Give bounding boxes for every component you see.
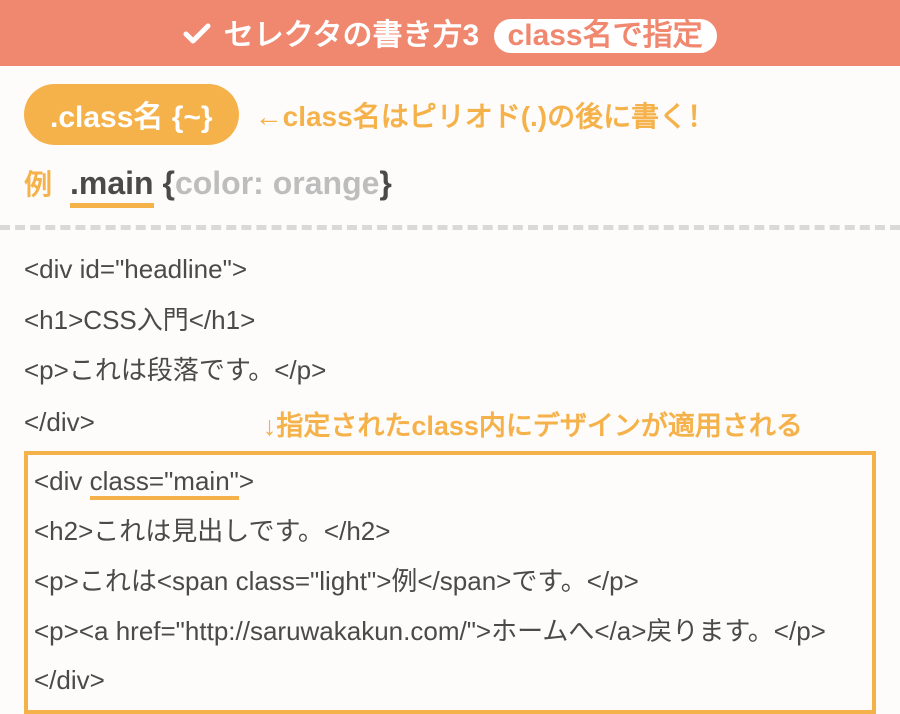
code-line-3: <p>これは段落です。</p>: [24, 345, 876, 396]
code-line-box5: </div>: [34, 656, 866, 706]
annotation: ↓指定されたclass内にデザインが適用される: [263, 400, 803, 453]
code-line-2: <h1>CSS入門</h1>: [24, 295, 876, 346]
check-icon: [183, 20, 211, 54]
example-selector: .main: [70, 165, 154, 208]
syntax-note: ←class名はピリオド(.)の後に書く！: [255, 95, 716, 135]
code-line-box4: <p><a href="http://saruwakakun.com/">ホーム…: [34, 607, 866, 657]
content-area: .class名 {~} ←class名はピリオド(.)の後に書く！ 例 .mai…: [0, 66, 900, 714]
box1-b: class="main": [90, 466, 239, 500]
code-line-box2: <h2>これは見出しです。</h2>: [34, 507, 866, 557]
code-area: <div id="headline"> <h1>CSS入門</h1> <p>これ…: [24, 244, 876, 714]
brace-open: {: [162, 165, 174, 201]
code-line-box3: <p>これは<span class="light">例</span>です。</p…: [34, 557, 866, 607]
code-line-1: <div id="headline">: [24, 244, 876, 295]
code-line-box1: <div class="main">: [34, 457, 866, 507]
header-highlight: class名で指定: [494, 19, 717, 53]
divider: [0, 225, 900, 230]
box1-a: <div: [34, 466, 90, 496]
header-number: 3: [463, 19, 480, 52]
brace-close: }: [379, 165, 391, 201]
code-line-4: </div>: [24, 397, 95, 448]
box1-c: >: [239, 466, 254, 496]
highlighted-box: <div class="main"> <h2>これは見出しです。</h2> <p…: [24, 451, 876, 714]
header-prefix: セレクタの書き方: [224, 19, 463, 52]
header-bar: セレクタの書き方3 class名で指定: [0, 0, 900, 66]
example-rule: color: orange: [175, 165, 379, 201]
syntax-pill: .class名 {~}: [24, 84, 239, 145]
example-row: 例 .main {color: orange}: [24, 163, 876, 203]
syntax-row: .class名 {~} ←class名はピリオド(.)の後に書く！: [24, 84, 876, 145]
example-label: 例: [24, 163, 52, 203]
